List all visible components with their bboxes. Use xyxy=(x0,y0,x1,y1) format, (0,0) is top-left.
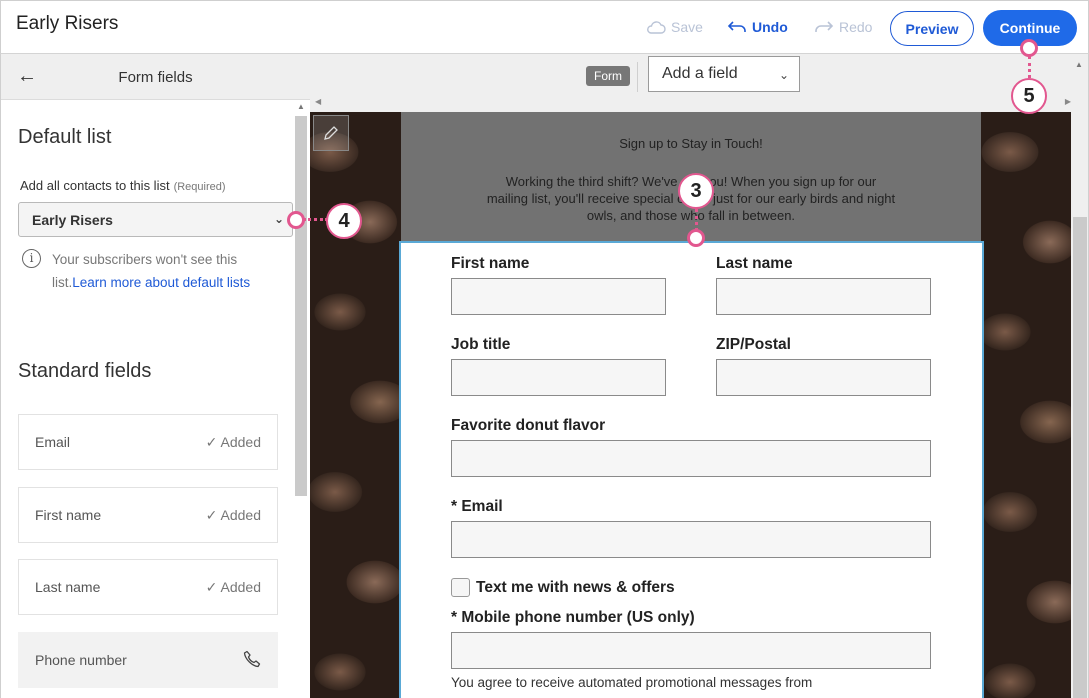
job-title-label: Job title xyxy=(451,336,511,353)
field-status-text: Added xyxy=(220,434,261,450)
callout-4-anchor xyxy=(287,211,305,229)
text-me-checkbox[interactable] xyxy=(451,578,470,597)
field-status: ✓ Added xyxy=(206,507,261,524)
chevron-down-icon: ⌄ xyxy=(778,68,789,82)
scroll-up-arrow-icon[interactable]: ▲ xyxy=(1075,60,1083,69)
top-bar: Early Risers Save Undo Redo Preview Cont… xyxy=(0,0,1089,54)
field-item-email[interactable]: Email ✓ Added xyxy=(18,414,278,470)
form-fields-block[interactable]: First name Last name Job title ZIP/Posta… xyxy=(399,241,984,698)
scrollbar-thumb[interactable] xyxy=(1073,217,1087,698)
donut-flavor-input[interactable] xyxy=(451,440,931,477)
field-item-last-name[interactable]: Last name ✓ Added xyxy=(18,559,278,615)
check-icon: ✓ xyxy=(205,579,218,595)
field-status-text: Added xyxy=(220,579,261,595)
callout-connector xyxy=(1028,56,1031,78)
field-name: First name xyxy=(35,507,102,523)
chevron-down-icon: ⌄ xyxy=(273,212,284,226)
form-description-line: owls, and those who fall in between. xyxy=(586,208,796,223)
learn-more-link[interactable]: Learn more about default lists xyxy=(72,275,250,290)
check-icon: ✓ xyxy=(205,434,218,450)
callout-5: 5 xyxy=(1011,78,1047,114)
scroll-left-arrow-icon[interactable]: ◀ xyxy=(315,97,321,106)
canvas-toolbar: Form Add a field ⌄ ◀ ▶ xyxy=(310,54,1089,112)
form-badge: Form xyxy=(586,66,630,86)
field-status: ✓ Added xyxy=(206,579,261,596)
cloud-icon xyxy=(647,21,666,34)
field-name: Last name xyxy=(35,579,101,595)
field-status: ✓ Added xyxy=(206,434,261,451)
scroll-right-arrow-icon[interactable]: ▶ xyxy=(1065,97,1071,106)
divider xyxy=(637,62,638,92)
job-title-input[interactable] xyxy=(451,359,666,396)
default-list-label-text: Add all contacts to this list xyxy=(20,178,170,193)
callout-4: 4 xyxy=(326,203,362,239)
info-icon: i xyxy=(22,249,41,268)
default-list-select[interactable]: Early Risers ⌄ xyxy=(18,202,293,237)
callout-3: 3 xyxy=(678,173,714,209)
save-button[interactable]: Save xyxy=(646,19,703,35)
donut-flavor-label: Favorite donut flavor xyxy=(451,417,606,434)
form-heading: Sign up to Stay in Touch! xyxy=(619,136,763,151)
default-list-title: Default list xyxy=(18,126,112,148)
edit-pencil-icon[interactable] xyxy=(313,115,349,151)
redo-button[interactable]: Redo xyxy=(814,19,872,35)
zip-input[interactable] xyxy=(716,359,931,396)
last-name-input[interactable] xyxy=(716,278,931,315)
redo-label: Redo xyxy=(839,19,873,35)
callout-connector xyxy=(303,218,328,221)
canvas-scrollbar[interactable]: ▲ xyxy=(1071,60,1089,698)
standard-fields-title: Standard fields xyxy=(18,360,152,382)
callout-connector xyxy=(695,209,698,231)
callout-3-anchor xyxy=(687,229,705,247)
email-label: * Email xyxy=(451,498,503,515)
default-list-info: Your subscribers won't see this list.Lea… xyxy=(52,248,282,294)
consent-text: You agree to receive automated promotion… xyxy=(451,675,813,690)
field-item-phone-number[interactable]: Phone number xyxy=(18,632,278,688)
text-me-label: Text me with news & offers xyxy=(476,579,675,596)
field-status-text: Added xyxy=(220,507,261,523)
mobile-phone-label: * Mobile phone number (US only) xyxy=(451,609,695,626)
check-icon: ✓ xyxy=(205,507,218,523)
add-field-dropdown[interactable]: Add a field ⌄ xyxy=(648,56,800,92)
panel-header: ← Form fields xyxy=(1,54,310,100)
field-name: Phone number xyxy=(35,652,127,668)
mobile-phone-input[interactable] xyxy=(451,632,931,669)
preview-button[interactable]: Preview xyxy=(890,11,974,46)
field-name: Email xyxy=(35,434,71,450)
save-label: Save xyxy=(671,19,703,35)
undo-label: Undo xyxy=(752,19,788,35)
app-title: Early Risers xyxy=(16,13,119,34)
form-fields-panel: ← Form fields ▲ Default list Add all con… xyxy=(0,54,310,698)
panel-scrollbar[interactable] xyxy=(295,116,307,496)
email-input[interactable] xyxy=(451,521,931,558)
first-name-input[interactable] xyxy=(451,278,666,315)
first-name-label: First name xyxy=(451,255,530,272)
field-item-first-name[interactable]: First name ✓ Added xyxy=(18,487,278,543)
add-field-label: Add a field xyxy=(662,65,738,82)
zip-label: ZIP/Postal xyxy=(716,336,791,353)
scroll-up-arrow-icon[interactable]: ▲ xyxy=(297,102,305,111)
required-tag: (Required) xyxy=(173,181,226,193)
default-list-label: Add all contacts to this list (Required) xyxy=(20,178,226,193)
last-name-label: Last name xyxy=(716,255,793,272)
undo-icon xyxy=(727,21,746,32)
redo-icon xyxy=(815,21,834,32)
undo-button[interactable]: Undo xyxy=(727,19,788,35)
callout-5-anchor xyxy=(1020,39,1038,57)
phone-icon xyxy=(243,650,261,668)
default-list-value: Early Risers xyxy=(32,211,113,228)
panel-title: Form fields xyxy=(118,69,193,86)
